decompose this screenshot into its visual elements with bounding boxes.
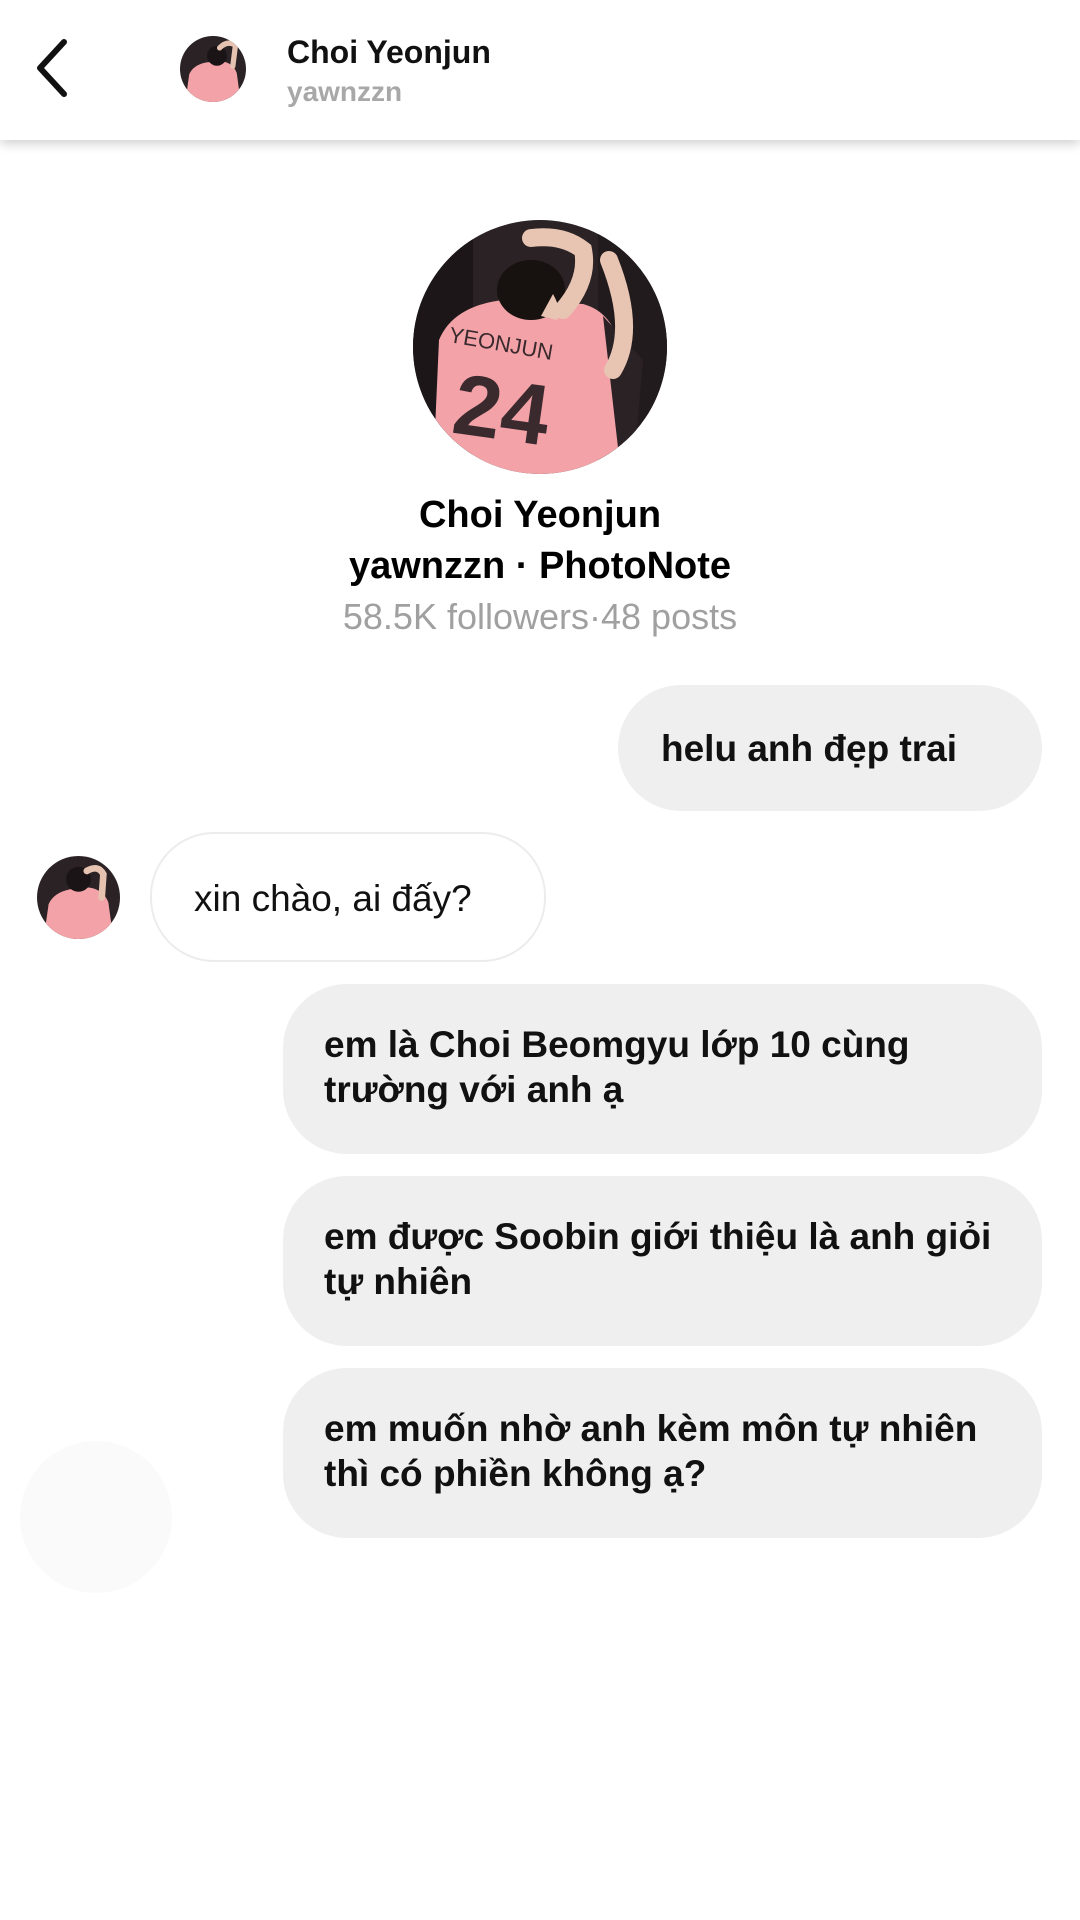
profile-stats: 58.5K followers·48 posts — [342, 596, 738, 637]
profile-avatar[interactable]: YEONJUN 24 — [413, 220, 667, 474]
back-button[interactable] — [26, 36, 78, 100]
sender-avatar[interactable] — [37, 856, 120, 939]
incoming-message[interactable]: xin chào, ai đấy? — [150, 832, 546, 962]
outgoing-message[interactable]: em muốn nhờ anh kèm môn tự nhiên thì có … — [283, 1368, 1042, 1538]
header-avatar[interactable] — [180, 36, 246, 102]
header-name[interactable]: Choi Yeonjun — [287, 34, 491, 71]
profile-meta: yawnzzn · PhotoNote — [348, 545, 732, 587]
jersey-number: 24 — [447, 356, 555, 464]
header-username: yawnzzn — [287, 76, 403, 107]
outgoing-message[interactable]: em được Soobin giới thiệu là anh giỏi tự… — [283, 1176, 1042, 1346]
chevron-left-icon — [37, 39, 67, 97]
outgoing-message[interactable]: helu anh đẹp trai — [618, 685, 1042, 811]
typing-indicator-avatar — [20, 1441, 172, 1593]
outgoing-message[interactable]: em là Choi Beomgyu lớp 10 cùng trường vớ… — [283, 984, 1042, 1154]
chat-header: Choi Yeonjun yawnzzn — [0, 0, 1080, 140]
chat-screen: Choi Yeonjun yawnzzn YEONJUN 24 Choi Yeo… — [0, 0, 1080, 1920]
profile-name[interactable]: Choi Yeonjun — [0, 494, 1080, 537]
